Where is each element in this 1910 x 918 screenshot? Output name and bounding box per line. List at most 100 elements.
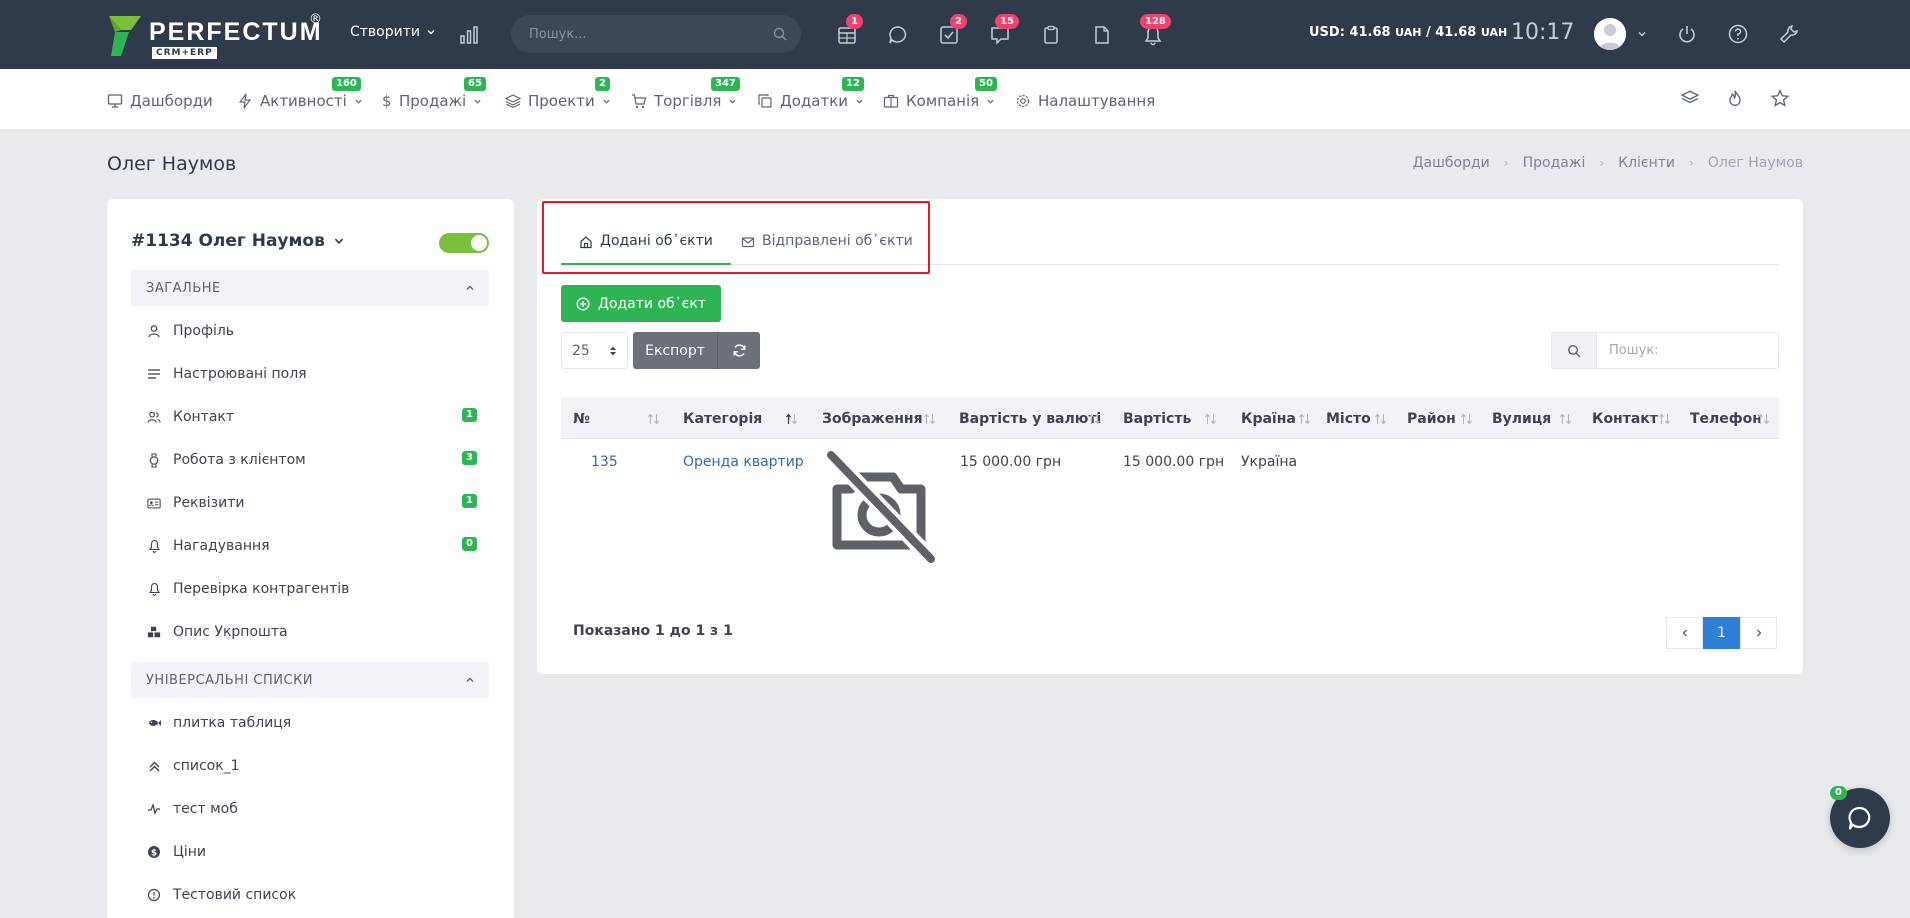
page-size-select[interactable]: 25	[561, 332, 628, 369]
power-icon[interactable]	[1676, 23, 1698, 45]
sort-icon[interactable]	[647, 413, 660, 425]
column-header-street[interactable]: Вулиця	[1492, 411, 1551, 427]
tab-added-objects[interactable]: Додані об᾿єкти	[561, 233, 731, 265]
tasks-icon[interactable]: 2	[936, 14, 967, 48]
page-title: Олег Наумов	[107, 153, 237, 175]
create-button[interactable]: Створити	[350, 24, 436, 40]
cell-category[interactable]: Оренда квартир	[683, 454, 804, 470]
search-icon[interactable]	[773, 27, 787, 41]
clipboard-icon[interactable]	[1038, 22, 1064, 48]
sort-icon[interactable]	[1757, 413, 1770, 425]
sidebar-item-prices[interactable]: $ Ціни	[147, 840, 477, 864]
chevron-down-icon	[427, 30, 435, 35]
column-header-country[interactable]: Країна	[1241, 411, 1296, 427]
star-icon[interactable]	[1771, 89, 1789, 107]
sidebar-item-contact[interactable]: Контакт 1	[147, 405, 477, 429]
layers-icon[interactable]	[1681, 89, 1699, 107]
breadcrumb-item[interactable]: Дашборди	[1413, 155, 1490, 171]
chevron-down-icon	[856, 99, 863, 104]
nav-badge: 347	[711, 77, 740, 91]
no-image-icon	[825, 449, 937, 565]
sidebar-item-count: 0	[462, 537, 477, 551]
pagination-prev[interactable]	[1666, 617, 1703, 649]
column-header-image[interactable]: Зображення	[822, 411, 923, 427]
sidebar-item-count: 1	[462, 408, 477, 422]
chat-widget-button[interactable]: 0	[1830, 786, 1890, 848]
section-universal-lists[interactable]: УНІВЕРСАЛЬНІ СПИСКИ	[131, 662, 489, 698]
sort-icon[interactable]	[923, 413, 936, 425]
stats-icon[interactable]	[458, 24, 480, 46]
chat-bubble-icon	[1848, 806, 1871, 830]
column-header-city[interactable]: Місто	[1326, 411, 1371, 427]
nav-item-activities[interactable]: Активності 160	[237, 77, 363, 111]
breadcrumb-item[interactable]: Клієнти	[1618, 155, 1675, 171]
pagination-page[interactable]: 1	[1703, 617, 1740, 649]
sidebar-item-tile-table[interactable]: плитка таблиця	[147, 711, 477, 735]
column-header-number[interactable]: №	[573, 411, 590, 427]
client-title[interactable]: #1134 Олег Наумов	[131, 231, 345, 251]
avatar[interactable]	[1594, 18, 1626, 50]
sort-icon[interactable]	[1374, 413, 1387, 425]
sort-icon[interactable]	[1298, 413, 1311, 425]
refresh-button[interactable]	[717, 332, 760, 369]
nav-item-settings[interactable]: Налаштування	[1015, 91, 1155, 111]
nav-item-company[interactable]: Компанія 50	[883, 77, 997, 111]
sidebar-item-reminders[interactable]: Нагадування 0	[147, 534, 477, 558]
pagination-next[interactable]	[1740, 617, 1777, 649]
nav-item-label: Компанія	[906, 92, 980, 110]
wrench-icon[interactable]	[1778, 23, 1800, 45]
sidebar-item-counterparty-check[interactable]: Перевірка контрагентів	[147, 577, 477, 601]
cell-number[interactable]: 135	[591, 454, 618, 470]
pulse-icon	[148, 803, 160, 815]
sidebar-item-list-1[interactable]: список_1	[147, 754, 477, 778]
sidebar-item-ukrposhta[interactable]: Опис Укрпошта	[147, 620, 477, 644]
sort-asc-icon[interactable]	[785, 413, 798, 425]
messages-icon[interactable]: 15	[987, 14, 1019, 48]
sidebar-item-label: Ціни	[173, 844, 207, 860]
sort-icon[interactable]	[1088, 413, 1101, 425]
chat-icon[interactable]	[885, 22, 911, 48]
logo[interactable]: PERFECTUM ® CRM+ERP	[107, 12, 327, 60]
sidebar-item-custom-fields[interactable]: Настроювані поля	[147, 362, 477, 386]
nav-item-trade[interactable]: Торгівля 347	[631, 77, 740, 111]
global-search-input[interactable]	[529, 24, 759, 44]
column-header-category[interactable]: Категорія	[683, 411, 762, 427]
nav-item-dashboards[interactable]: Дашборди	[107, 91, 213, 111]
client-active-toggle[interactable]	[439, 233, 489, 253]
breadcrumb-item[interactable]: Продажі	[1523, 155, 1586, 171]
fire-icon[interactable]	[1726, 89, 1744, 107]
column-header-contact[interactable]: Контакт	[1592, 411, 1658, 427]
sort-icon[interactable]	[1658, 413, 1671, 425]
help-icon[interactable]	[1727, 23, 1749, 45]
export-button[interactable]: Експорт	[633, 332, 717, 369]
currency-mid: / 41.68	[1421, 25, 1477, 40]
sort-icon[interactable]	[1559, 413, 1572, 425]
table-search-input[interactable]	[1596, 332, 1779, 369]
column-header-district[interactable]: Район	[1407, 411, 1456, 427]
currency-rate: USD: 41.68 UAH / 41.68 UAH	[1309, 25, 1507, 40]
sidebar-item-test-mob[interactable]: тест моб	[147, 797, 477, 821]
document-icon[interactable]	[1089, 22, 1115, 48]
bell-icon	[148, 539, 160, 553]
sidebar-item-client-work[interactable]: Робота з клієнтом 3	[147, 448, 477, 472]
sidebar-item-test-list[interactable]: Тестовий список	[147, 883, 477, 907]
chevron-down-icon[interactable]	[1637, 29, 1647, 39]
section-general[interactable]: ЗАГАЛЬНЕ	[131, 270, 489, 306]
calendar-icon[interactable]: 1	[834, 14, 863, 48]
sidebar-item-profile[interactable]: Профіль	[147, 319, 477, 343]
tab-sent-objects[interactable]: Відправлені об᾿єкти	[723, 233, 931, 265]
nav-item-projects[interactable]: Проекти 2	[505, 77, 611, 111]
table-header: № Категорія Зображення Вартість у валюті…	[561, 397, 1779, 439]
bell-icon[interactable]: 128	[1140, 14, 1171, 48]
nav-badge: 50	[975, 77, 997, 91]
chevron-down-icon	[729, 99, 736, 104]
column-header-phone[interactable]: Телефон	[1690, 411, 1762, 427]
sort-icon[interactable]	[1204, 413, 1217, 425]
sidebar-item-requisites[interactable]: Реквізити 1	[147, 491, 477, 515]
column-header-price-currency[interactable]: Вартість у валюті	[959, 411, 1101, 427]
nav-item-addons[interactable]: Додатки 12	[757, 77, 864, 111]
column-header-price[interactable]: Вартість	[1123, 411, 1191, 427]
add-object-button[interactable]: Додати об᾿єкт	[561, 285, 721, 322]
sort-icon[interactable]	[1460, 413, 1473, 425]
nav-item-sales[interactable]: $ Продажі 65	[382, 77, 486, 111]
